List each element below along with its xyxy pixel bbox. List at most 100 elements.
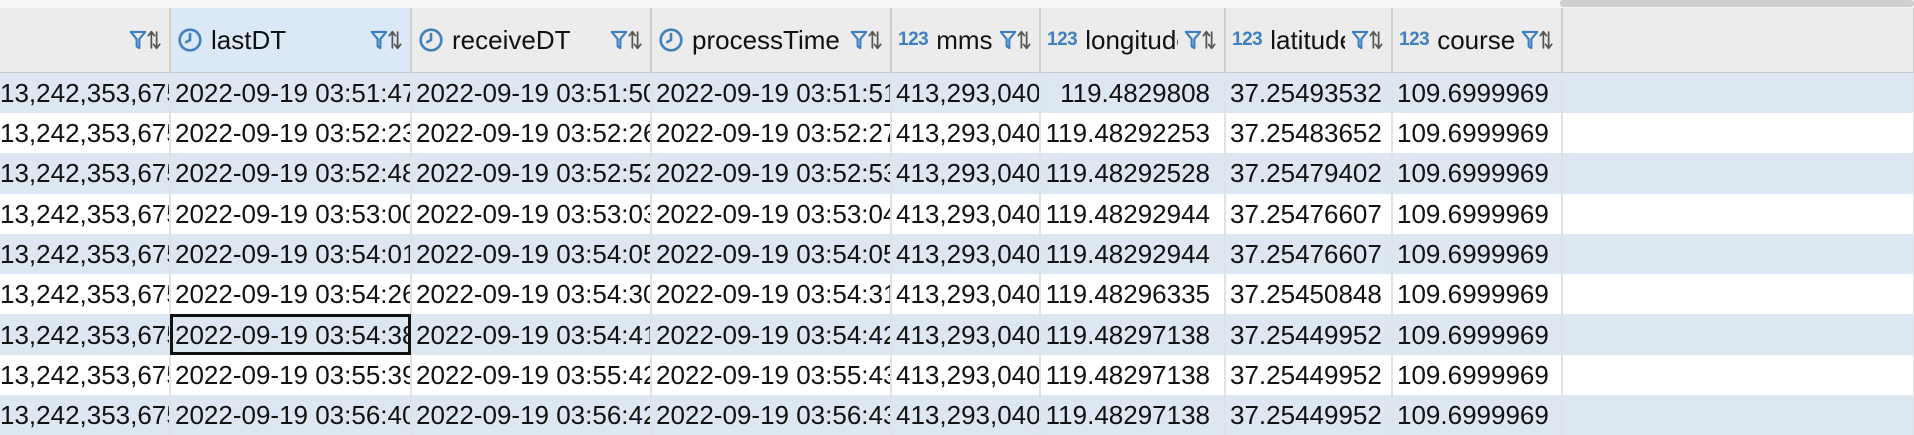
- grid-cell-lastdt[interactable]: 2022-09-19 03:52:23: [170, 113, 411, 153]
- sort-arrows-icon[interactable]: [1539, 27, 1553, 53]
- grid-cell-course[interactable]: 109.6999969: [1392, 234, 1562, 274]
- filter-icon[interactable]: [610, 28, 628, 52]
- column-header-rowid[interactable]: [0, 8, 170, 73]
- grid-cell-mmsi[interactable]: 413,293,040: [891, 355, 1040, 395]
- grid-cell-rowid[interactable]: 13,242,353,675: [0, 194, 170, 234]
- column-header-controls: [1521, 27, 1553, 53]
- grid-cell-lastdt[interactable]: 2022-09-19 03:52:48: [170, 153, 411, 193]
- grid-cell-receivedt[interactable]: 2022-09-19 03:56:42: [411, 395, 651, 435]
- filter-icon[interactable]: [1521, 28, 1539, 52]
- grid-cell-mmsi[interactable]: 413,293,040: [891, 194, 1040, 234]
- grid-cell-longitude[interactable]: 119.48297138: [1040, 395, 1225, 435]
- horizontal-scrollbar[interactable]: [0, 0, 1914, 8]
- grid-cell-mmsi[interactable]: 413,293,040: [891, 274, 1040, 314]
- grid-cell-latitude[interactable]: 37.25449952: [1225, 314, 1392, 354]
- filter-icon[interactable]: [129, 28, 147, 52]
- grid-cell-latitude[interactable]: 37.25476607: [1225, 194, 1392, 234]
- grid-cell-longitude[interactable]: 119.48292944: [1040, 194, 1225, 234]
- grid-cell-rowid[interactable]: 13,242,353,675: [0, 113, 170, 153]
- grid-cell-receivedt[interactable]: 2022-09-19 03:51:50: [411, 73, 651, 114]
- sort-arrows-icon[interactable]: [147, 27, 161, 53]
- grid-cell-longitude[interactable]: 119.4829808: [1040, 73, 1225, 114]
- grid-cell-course[interactable]: 109.6999969: [1392, 314, 1562, 354]
- column-header-receivedt[interactable]: receiveDT: [411, 8, 651, 73]
- sort-arrows-icon[interactable]: [628, 27, 642, 53]
- grid-cell-latitude[interactable]: 37.25493532: [1225, 73, 1392, 114]
- filter-icon[interactable]: [1184, 28, 1202, 52]
- grid-cell-mmsi[interactable]: 413,293,040: [891, 153, 1040, 193]
- grid-cell-rowid[interactable]: 13,242,353,675: [0, 355, 170, 395]
- grid-cell-mmsi[interactable]: 413,293,040: [891, 73, 1040, 114]
- grid-cell-mmsi[interactable]: 413,293,040: [891, 314, 1040, 354]
- grid-cell-course[interactable]: 109.6999969: [1392, 274, 1562, 314]
- grid-cell-course[interactable]: 109.6999969: [1392, 73, 1562, 114]
- column-header-mmsi[interactable]: 123mmsi: [891, 8, 1040, 73]
- grid-cell-lastdt[interactable]: 2022-09-19 03:51:47: [170, 73, 411, 114]
- grid-cell-longitude[interactable]: 119.48297138: [1040, 314, 1225, 354]
- grid-cell-latitude[interactable]: 37.25450848: [1225, 274, 1392, 314]
- grid-cell-rowid[interactable]: 13,242,353,675: [0, 153, 170, 193]
- grid-cell-course[interactable]: 109.6999969: [1392, 113, 1562, 153]
- filter-icon[interactable]: [999, 28, 1017, 52]
- column-header-longitude[interactable]: 123longitude: [1040, 8, 1225, 73]
- grid-cell-receivedt[interactable]: 2022-09-19 03:52:52: [411, 153, 651, 193]
- grid-cell-course[interactable]: 109.6999969: [1392, 355, 1562, 395]
- grid-cell-receivedt[interactable]: 2022-09-19 03:54:05: [411, 234, 651, 274]
- grid-cell-processtime[interactable]: 2022-09-19 03:56:43: [651, 395, 891, 435]
- grid-cell-latitude[interactable]: 37.25479402: [1225, 153, 1392, 193]
- grid-cell-rowid[interactable]: 13,242,353,675: [0, 274, 170, 314]
- grid-cell-longitude[interactable]: 119.48292528: [1040, 153, 1225, 193]
- filter-icon[interactable]: [370, 28, 388, 52]
- grid-cell-rowid[interactable]: 13,242,353,675: [0, 234, 170, 274]
- grid-cell-lastdt[interactable]: 2022-09-19 03:53:00: [170, 194, 411, 234]
- grid-cell-rowid[interactable]: 13,242,353,675: [0, 73, 170, 114]
- grid-cell-processtime[interactable]: 2022-09-19 03:51:51: [651, 73, 891, 114]
- sort-arrows-icon[interactable]: [1369, 27, 1383, 53]
- grid-cell-processtime[interactable]: 2022-09-19 03:55:43: [651, 355, 891, 395]
- grid-cell-latitude[interactable]: 37.25476607: [1225, 234, 1392, 274]
- grid-cell-lastdt[interactable]: 2022-09-19 03:55:39: [170, 355, 411, 395]
- sort-arrows-icon[interactable]: [388, 27, 402, 53]
- grid-cell-longitude[interactable]: 119.48292944: [1040, 234, 1225, 274]
- filter-icon[interactable]: [1351, 28, 1369, 52]
- column-header-lastdt[interactable]: lastDT: [170, 8, 411, 73]
- grid-cell-rowid[interactable]: 13,242,353,675: [0, 395, 170, 435]
- grid-cell-course[interactable]: 109.6999969: [1392, 194, 1562, 234]
- column-header-processtime[interactable]: processTime: [651, 8, 891, 73]
- grid-cell-processtime[interactable]: 2022-09-19 03:52:53: [651, 153, 891, 193]
- grid-cell-longitude[interactable]: 119.48292253: [1040, 113, 1225, 153]
- grid-cell-course[interactable]: 109.6999969: [1392, 395, 1562, 435]
- grid-cell-processtime[interactable]: 2022-09-19 03:54:05: [651, 234, 891, 274]
- grid-cell-latitude[interactable]: 37.25449952: [1225, 355, 1392, 395]
- grid-cell-lastdt[interactable]: 2022-09-19 03:56:40: [170, 395, 411, 435]
- grid-cell-longitude[interactable]: 119.48296335: [1040, 274, 1225, 314]
- grid-cell-processtime[interactable]: 2022-09-19 03:53:04: [651, 194, 891, 234]
- grid-cell-receivedt[interactable]: 2022-09-19 03:53:03: [411, 194, 651, 234]
- grid-cell-rowid[interactable]: 13,242,353,675: [0, 314, 170, 354]
- filter-icon[interactable]: [850, 28, 868, 52]
- grid-cell-processtime[interactable]: 2022-09-19 03:54:31: [651, 274, 891, 314]
- grid-cell-receivedt[interactable]: 2022-09-19 03:54:41: [411, 314, 651, 354]
- grid-cell-processtime[interactable]: 2022-09-19 03:54:42: [651, 314, 891, 354]
- grid-cell-longitude[interactable]: 119.48297138: [1040, 355, 1225, 395]
- sort-arrows-icon[interactable]: [1017, 27, 1031, 53]
- grid-cell-processtime[interactable]: 2022-09-19 03:52:27: [651, 113, 891, 153]
- grid-cell-mmsi[interactable]: 413,293,040: [891, 113, 1040, 153]
- grid-cell-receivedt[interactable]: 2022-09-19 03:54:30: [411, 274, 651, 314]
- sort-arrows-icon[interactable]: [868, 27, 882, 53]
- grid-cell-receivedt[interactable]: 2022-09-19 03:55:42: [411, 355, 651, 395]
- grid-cell-receivedt[interactable]: 2022-09-19 03:52:26: [411, 113, 651, 153]
- grid-cell-latitude[interactable]: 37.25449952: [1225, 395, 1392, 435]
- scrollbar-thumb[interactable]: [1560, 0, 1914, 7]
- grid-cell-lastdt[interactable]: 2022-09-19 03:54:38: [170, 314, 411, 354]
- grid-cell-latitude[interactable]: 37.25483652: [1225, 113, 1392, 153]
- grid-cell-course[interactable]: 109.6999969: [1392, 153, 1562, 193]
- grid-cell-mmsi[interactable]: 413,293,040: [891, 395, 1040, 435]
- grid-cell-lastdt[interactable]: 2022-09-19 03:54:26: [170, 274, 411, 314]
- grid-cell-mmsi[interactable]: 413,293,040: [891, 234, 1040, 274]
- column-header-course[interactable]: 123course: [1392, 8, 1562, 73]
- column-header-latitude[interactable]: 123latitude: [1225, 8, 1392, 73]
- grid-cell-lastdt[interactable]: 2022-09-19 03:54:01: [170, 234, 411, 274]
- sort-arrows-icon[interactable]: [1202, 27, 1216, 53]
- column-header-content: processTime: [658, 8, 882, 72]
